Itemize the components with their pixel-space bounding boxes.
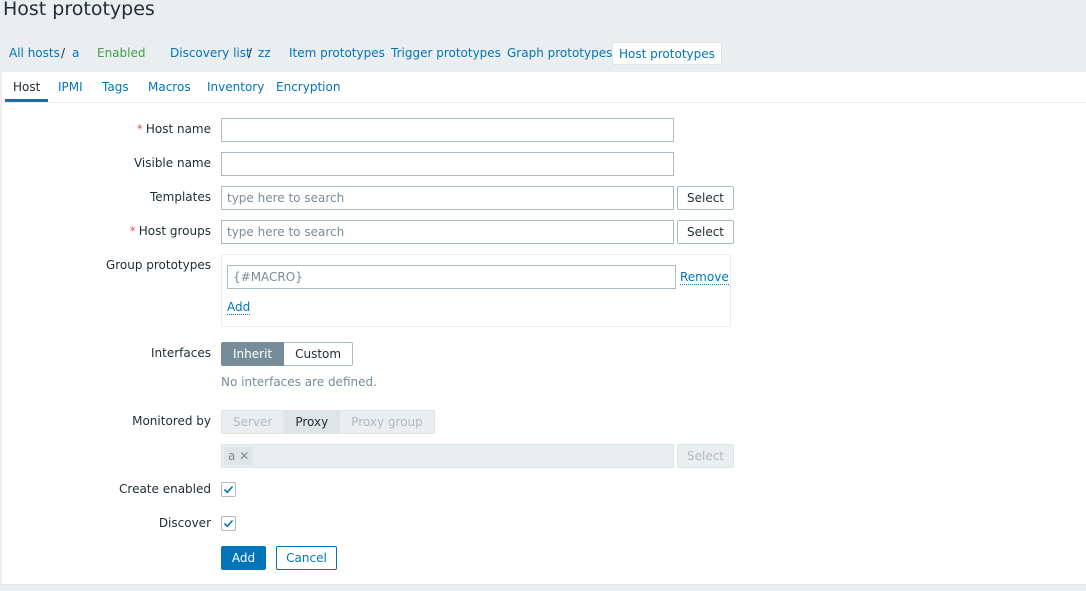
- host-groups-label: * Host groups: [130, 224, 211, 238]
- proxy-multiselect: a ✕: [221, 444, 674, 468]
- tab-inventory[interactable]: Inventory: [207, 80, 264, 94]
- required-marker: *: [136, 122, 143, 136]
- group-prototype-add-link[interactable]: Add: [227, 301, 251, 315]
- host-name-label: * Host name: [137, 122, 211, 136]
- tab-bar: Host IPMI Tags Macros Inventory Encrypti…: [2, 72, 1086, 103]
- interfaces-custom-option[interactable]: Custom: [284, 342, 354, 366]
- discover-checkbox[interactable]: [221, 516, 236, 531]
- create-enabled-label: Create enabled: [119, 482, 211, 496]
- nav-host-prototypes-active[interactable]: Host prototypes: [612, 42, 722, 65]
- nav-item-prototypes-link[interactable]: Item prototypes: [289, 46, 385, 60]
- interfaces-radio-group: Inherit Custom: [221, 342, 354, 366]
- visible-name-label: Visible name: [133, 156, 211, 170]
- group-prototype-macro-input[interactable]: [227, 265, 676, 289]
- interfaces-inherit-option[interactable]: Inherit: [221, 342, 285, 366]
- no-interfaces-hint: No interfaces are defined.: [221, 375, 377, 389]
- cancel-button[interactable]: Cancel: [276, 546, 337, 570]
- monitored-by-proxy-group-option[interactable]: Proxy group: [340, 410, 435, 434]
- proxy-select-button: Select: [677, 444, 734, 468]
- templates-label: Templates: [149, 190, 211, 204]
- nav-discovery-rule-link[interactable]: zz: [258, 46, 271, 60]
- create-enabled-checkbox[interactable]: [221, 482, 236, 497]
- monitored-by-server-option[interactable]: Server: [221, 410, 285, 434]
- proxy-tag-label: a: [228, 449, 236, 463]
- discover-label: Discover: [158, 516, 211, 530]
- breadcrumb-nav: All hosts / a Enabled Discovery list / z…: [2, 34, 1086, 72]
- checkmark-icon: [223, 485, 234, 494]
- nav-separator: /: [248, 46, 253, 60]
- host-groups-search-input[interactable]: [221, 220, 674, 244]
- remove-tag-icon: ✕: [239, 449, 250, 463]
- nav-trigger-prototypes-link[interactable]: Trigger prototypes: [391, 46, 501, 60]
- host-groups-select-button[interactable]: Select: [677, 220, 734, 244]
- group-prototypes-box: Remove Add: [221, 254, 731, 327]
- active-tab-indicator: [5, 99, 48, 102]
- tab-host[interactable]: Host: [13, 80, 40, 94]
- templates-search-input[interactable]: [221, 186, 674, 210]
- templates-select-button[interactable]: Select: [677, 186, 734, 210]
- page-title: Host prototypes: [3, 0, 155, 20]
- host-status-enabled[interactable]: Enabled: [97, 46, 146, 60]
- nav-separator: /: [61, 46, 66, 60]
- host-name-label-text: Host name: [145, 122, 211, 136]
- monitored-by-radio-group: Server Proxy Proxy group: [221, 410, 435, 434]
- tab-ipmi[interactable]: IPMI: [58, 80, 83, 94]
- host-groups-label-text: Host groups: [138, 224, 211, 238]
- nav-graph-prototypes-link[interactable]: Graph prototypes: [507, 46, 612, 60]
- nav-discovery-list-link[interactable]: Discovery list: [170, 46, 251, 60]
- monitored-by-proxy-option[interactable]: Proxy: [284, 410, 341, 434]
- tab-encryption[interactable]: Encryption: [276, 80, 340, 94]
- add-button[interactable]: Add: [221, 546, 266, 570]
- interfaces-label: Interfaces: [151, 346, 211, 360]
- host-name-input[interactable]: [221, 118, 674, 142]
- required-marker: *: [129, 224, 136, 238]
- checkmark-icon: [223, 519, 234, 528]
- form-container: Host IPMI Tags Macros Inventory Encrypti…: [2, 72, 1086, 585]
- tab-macros[interactable]: Macros: [148, 80, 191, 94]
- monitored-by-label: Monitored by: [132, 414, 211, 428]
- group-prototype-remove-link[interactable]: Remove: [680, 271, 729, 285]
- visible-name-input[interactable]: [221, 152, 674, 176]
- proxy-tag: a ✕: [224, 447, 254, 465]
- group-prototypes-label: Group prototypes: [105, 258, 211, 272]
- tab-tags[interactable]: Tags: [102, 80, 129, 94]
- nav-all-hosts-link[interactable]: All hosts: [9, 46, 60, 60]
- nav-host-link[interactable]: a: [72, 46, 79, 60]
